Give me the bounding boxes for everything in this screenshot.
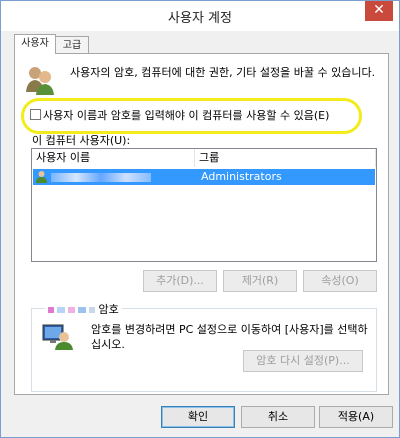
tab-users[interactable]: 사용자: [14, 34, 56, 54]
user-accounts-window: 사용자 계정 ✕ 사용자 고급 사용자의 암호, 컴퓨터에 대한 권한, 기타 …: [0, 0, 400, 438]
redacted-username: [51, 173, 151, 182]
tab-advanced[interactable]: 고급: [55, 36, 89, 54]
reset-password-button[interactable]: 암호 다시 설정(P)...: [243, 350, 363, 372]
user-list[interactable]: 사용자 이름 그룹 Administrators: [31, 148, 377, 262]
properties-button[interactable]: 속성(O): [303, 270, 377, 292]
redacted-name-pixel: [89, 307, 95, 313]
apply-button[interactable]: 적용(A): [319, 406, 393, 428]
add-user-button[interactable]: 추가(D)...: [143, 270, 217, 292]
require-password-label[interactable]: 사용자 이름과 암호를 입력해야 이 컴퓨터를 사용할 수 있음(E): [43, 107, 329, 123]
close-button[interactable]: ✕: [365, 1, 393, 21]
password-settings-icon: [42, 324, 73, 350]
redacted-name-pixel: [57, 307, 65, 313]
redacted-name-pixel: [48, 307, 54, 313]
password-group-title: 암호: [45, 301, 122, 317]
redacted-name-pixel: [68, 307, 75, 313]
password-group-title-text: 암호: [98, 303, 119, 316]
require-password-checkbox[interactable]: [30, 109, 41, 120]
user-list-label: 이 컴퓨터 사용자(U):: [32, 134, 131, 147]
row-group: Administrators: [201, 170, 282, 183]
column-header-username[interactable]: 사용자 이름: [32, 149, 195, 167]
users-tab-panel: 사용자의 암호, 컴퓨터에 대한 권한, 기타 설정을 바꿀 수 있습니다. 사…: [14, 53, 389, 395]
redacted-name-pixel: [78, 307, 86, 313]
table-row[interactable]: Administrators: [33, 169, 375, 185]
remove-user-button[interactable]: 제거(R): [223, 270, 297, 292]
intro-text: 사용자의 암호, 컴퓨터에 대한 권한, 기타 설정을 바꿀 수 있습니다.: [70, 66, 376, 79]
cancel-button[interactable]: 취소: [241, 406, 315, 428]
user-icon: [36, 171, 47, 183]
users-icon: [26, 67, 54, 95]
window-title: 사용자 계정: [168, 11, 232, 26]
ok-button[interactable]: 확인: [161, 406, 235, 428]
column-header-group[interactable]: 그룹: [195, 149, 376, 167]
title-bar[interactable]: 사용자 계정 ✕: [1, 1, 399, 31]
password-help-text: 암호를 변경하려면 PC 설정으로 이동하여 [사용자]를 선택하십시오.: [91, 323, 368, 351]
